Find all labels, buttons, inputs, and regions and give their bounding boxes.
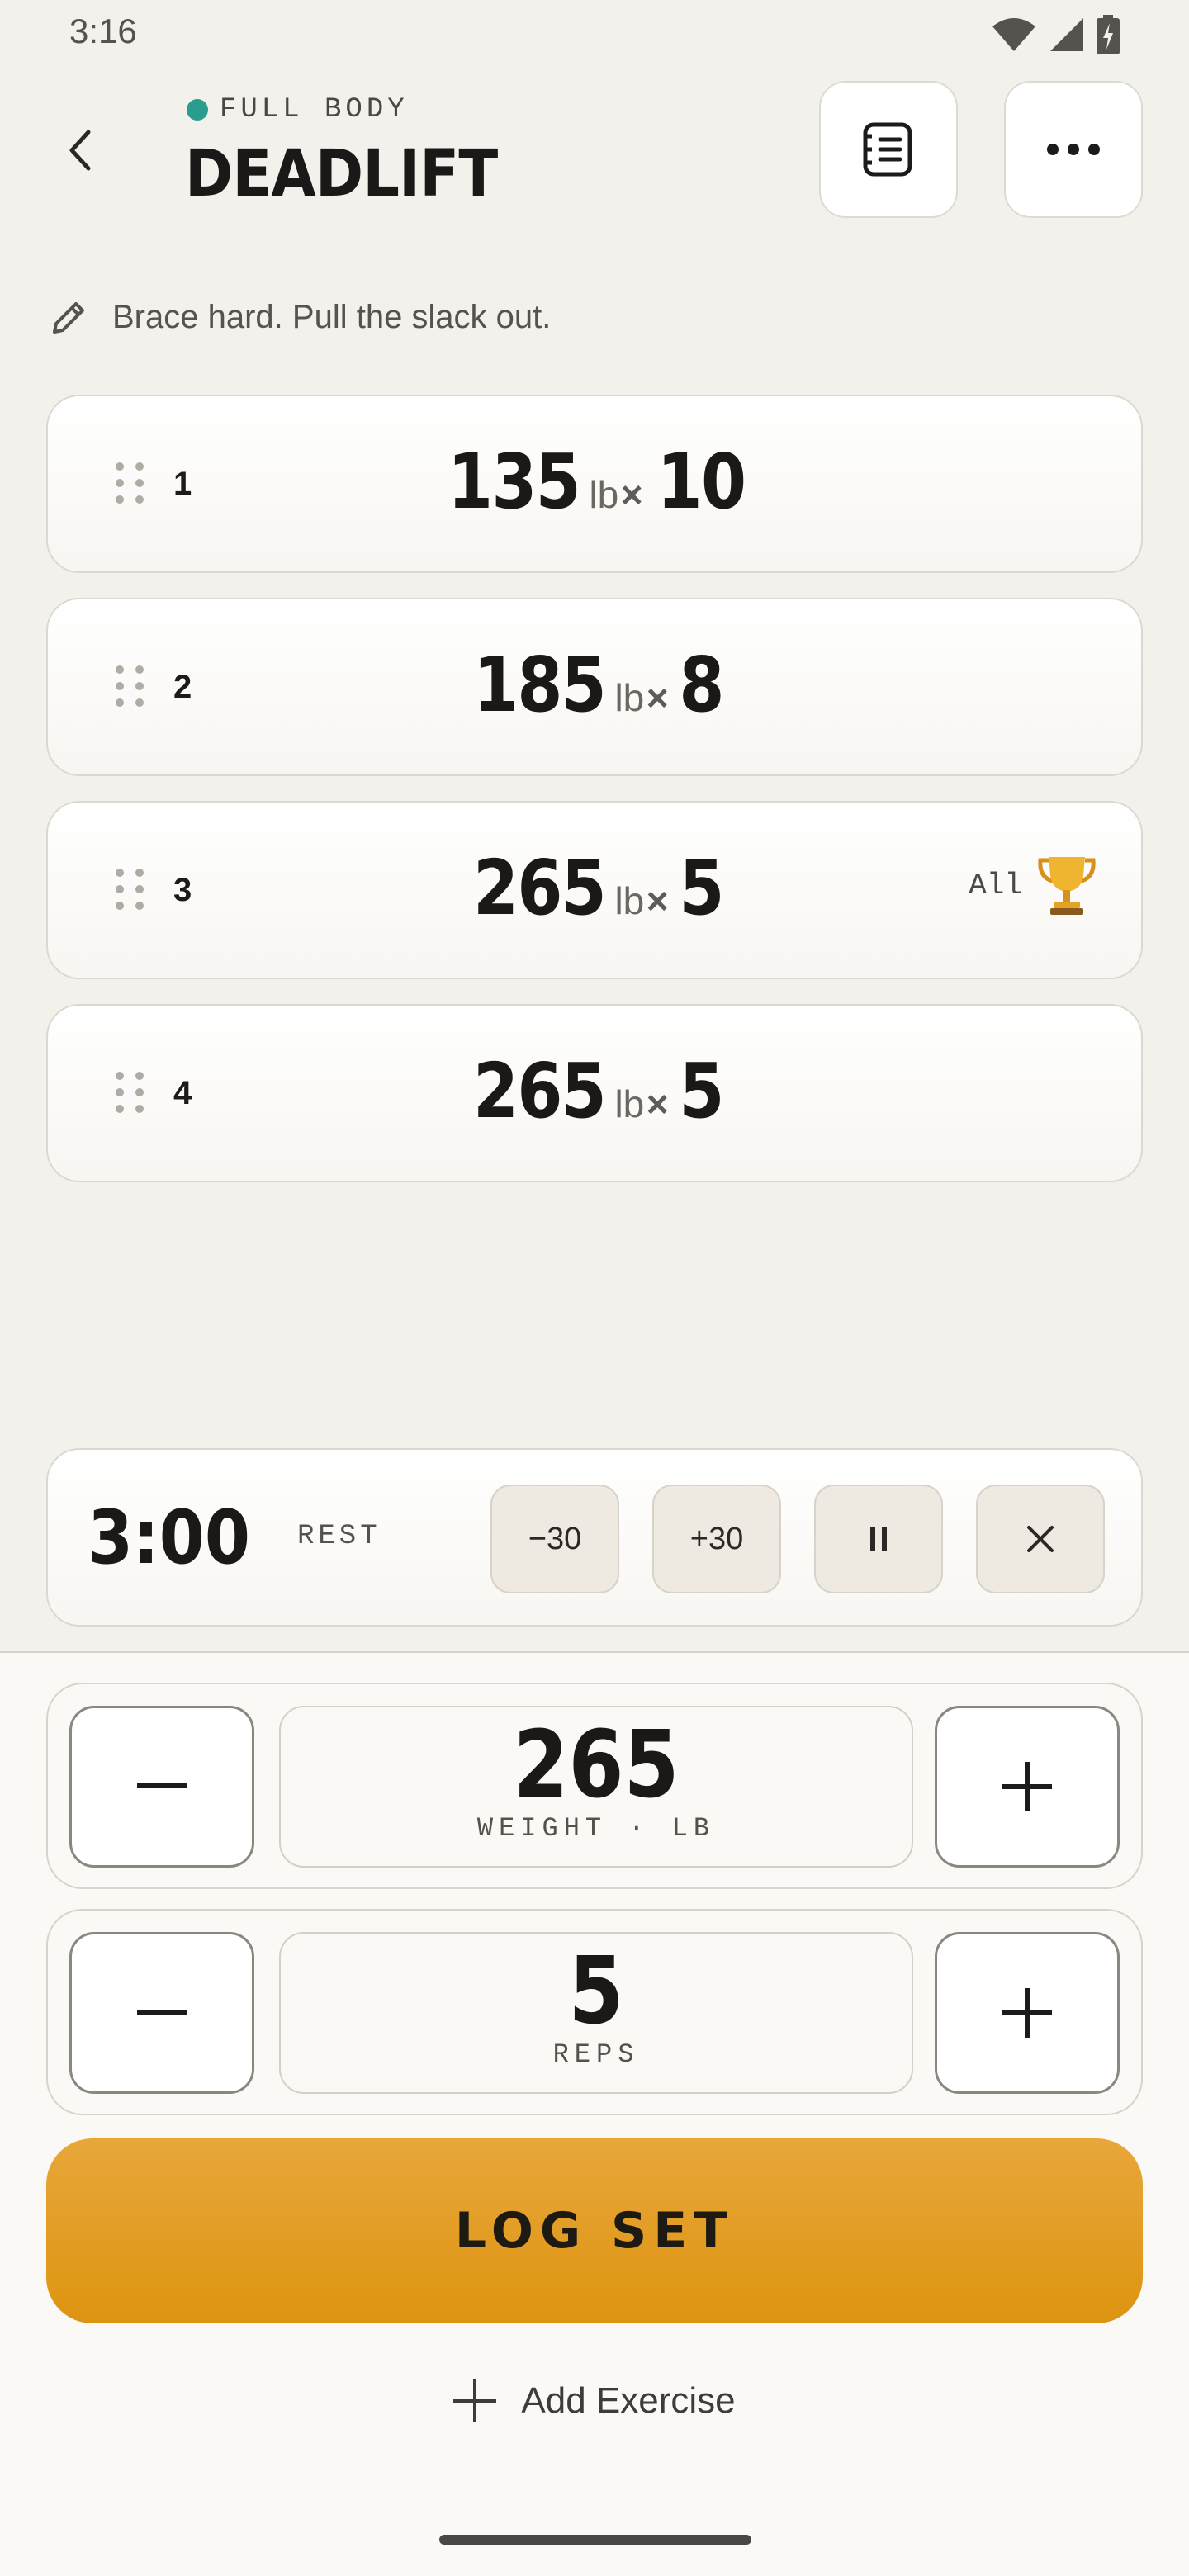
weight-stepper: 265 WEIGHT · LB (46, 1683, 1143, 1889)
plus-icon (1002, 1762, 1052, 1811)
set-unit: lb (614, 879, 645, 922)
plus-icon (453, 2379, 497, 2422)
set-row[interactable]: 1 135 lb × 10 (46, 395, 1143, 573)
category-row: FULL BODY (187, 94, 409, 125)
add-exercise-label: Add Exercise (521, 2380, 736, 2421)
exercise-note[interactable]: Brace hard. Pull the slack out. (50, 297, 551, 337)
reps-decrement-button[interactable] (69, 1932, 254, 2094)
set-weight: 135 (447, 438, 581, 526)
status-icons (991, 15, 1120, 54)
set-summary: 265 lb × 5 (48, 1047, 1141, 1135)
pause-button[interactable] (814, 1485, 943, 1593)
exercise-title: DEADLIFT (185, 137, 498, 211)
wifi-icon (992, 18, 1035, 51)
category-dot (187, 99, 208, 121)
home-indicator[interactable] (439, 2535, 751, 2545)
set-weight: 265 (472, 844, 607, 932)
set-reps: 5 (679, 1047, 724, 1135)
cell-signal-icon (1050, 18, 1083, 51)
close-icon (1027, 1526, 1054, 1552)
set-summary: 185 lb × 8 (48, 641, 1141, 729)
pencil-icon (53, 302, 84, 334)
log-panel: 265 WEIGHT · LB 5 REPS LOG SET Add Exerc… (0, 1651, 1189, 2576)
back-button[interactable] (51, 117, 109, 183)
note-text: Brace hard. Pull the slack out. (112, 298, 552, 335)
weight-decrement-button[interactable] (69, 1706, 254, 1868)
chevron-left-icon (69, 130, 91, 171)
set-weight: 265 (472, 1047, 607, 1135)
set-summary: 135 lb × 10 (48, 438, 1141, 526)
rest-label: REST (297, 1521, 381, 1552)
set-row[interactable]: 3 265 lb × 5 All (46, 801, 1143, 979)
set-reps: 8 (679, 641, 724, 729)
plus-icon (1002, 1988, 1052, 2038)
status-time: 3:16 (69, 12, 137, 50)
rest-timer: 3:00 REST −30 +30 (46, 1448, 1143, 1627)
add-exercise-button[interactable]: Add Exercise (0, 2379, 1189, 2422)
rest-minus-30-button[interactable]: −30 (490, 1485, 619, 1593)
times-sign: × (646, 676, 669, 719)
dismiss-timer-button[interactable] (976, 1485, 1105, 1593)
set-unit: lb (589, 473, 619, 516)
set-unit: lb (614, 676, 645, 719)
pr-label: All (969, 868, 1022, 902)
reps-stepper: 5 REPS (46, 1909, 1143, 2115)
set-unit: lb (614, 1082, 645, 1125)
reps-increment-button[interactable] (935, 1932, 1120, 2094)
set-reps: 10 (656, 438, 746, 526)
times-sign: × (620, 473, 643, 516)
reps-value-field[interactable]: 5 REPS (279, 1932, 913, 2094)
minus-icon (137, 2010, 187, 2015)
rest-plus-30-button[interactable]: +30 (652, 1485, 781, 1593)
trophy-icon (1038, 857, 1096, 915)
more-horizontal-icon (1047, 144, 1100, 155)
weight-value-field[interactable]: 265 WEIGHT · LB (279, 1706, 913, 1868)
minus-icon (137, 1783, 187, 1788)
set-weight: 185 (472, 641, 607, 729)
battery-icon (1097, 15, 1120, 54)
reps-value: 5 (568, 1938, 624, 2045)
rest-time: 3:00 (88, 1494, 250, 1581)
set-reps: 5 (679, 844, 724, 932)
log-set-button[interactable]: LOG SET (46, 2138, 1143, 2323)
notes-button[interactable] (819, 81, 958, 218)
weight-value: 265 (513, 1712, 680, 1819)
pause-icon (870, 1527, 887, 1551)
pr-badge: All (969, 854, 1097, 916)
category-label: FULL BODY (220, 94, 409, 125)
more-button[interactable] (1004, 81, 1143, 218)
set-row[interactable]: 4 265 lb × 5 (46, 1004, 1143, 1182)
notes-icon (863, 122, 912, 177)
set-row[interactable]: 2 185 lb × 8 (46, 598, 1143, 776)
weight-increment-button[interactable] (935, 1706, 1120, 1868)
times-sign: × (646, 1082, 669, 1125)
times-sign: × (646, 879, 669, 922)
